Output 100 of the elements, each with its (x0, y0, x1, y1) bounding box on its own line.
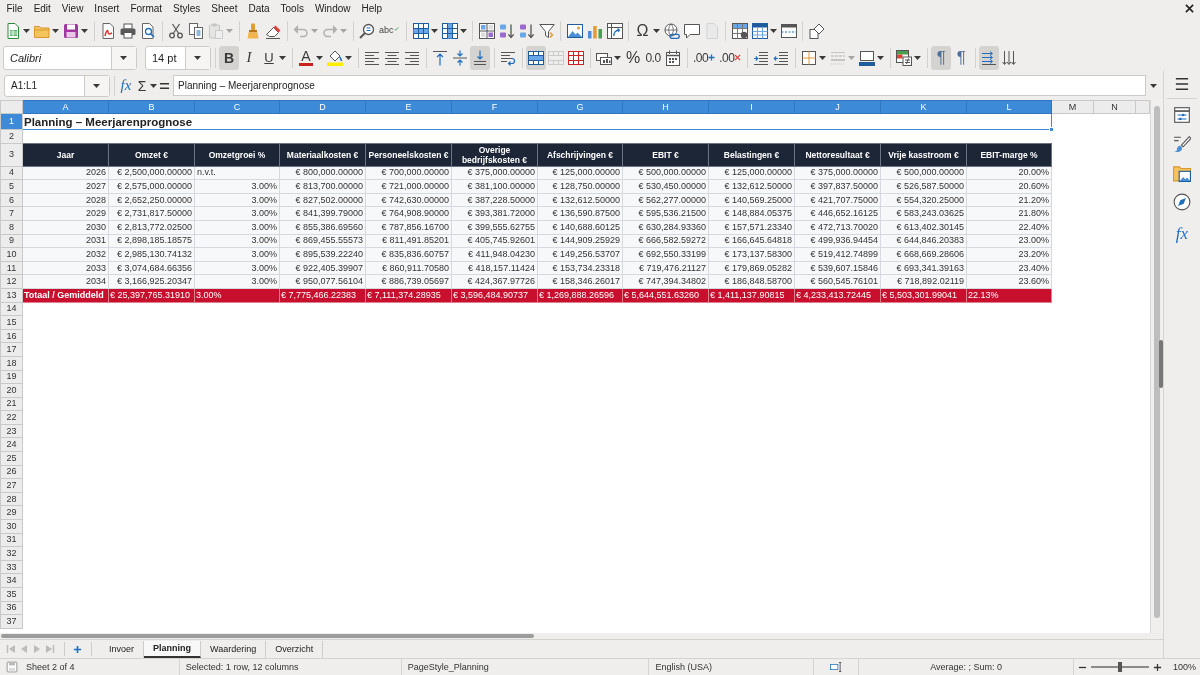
sort-descending-icon[interactable] (518, 22, 535, 39)
delete-decimal-button[interactable]: .00 (717, 45, 744, 70)
formula-input-field[interactable]: Planning – Meerjarenprognose (173, 75, 1146, 96)
column-header[interactable]: B (108, 100, 195, 114)
vertical-text-icon[interactable] (1001, 49, 1018, 66)
table-column-icon[interactable] (441, 22, 458, 39)
caret-icon[interactable] (279, 55, 286, 60)
folder-image-icon[interactable] (1173, 164, 1191, 182)
scissors-icon[interactable] (168, 22, 184, 39)
scrollbar-thumb[interactable] (1, 634, 534, 638)
copy-icon[interactable] (188, 22, 204, 39)
window-split-icon[interactable] (780, 22, 797, 39)
dropdown-button[interactable] (84, 75, 109, 96)
freeze-grid-icon[interactable] (731, 22, 748, 39)
fill-handle-icon[interactable] (1049, 127, 1054, 132)
unmerge-cells-icon[interactable] (568, 49, 584, 66)
save-icon[interactable] (63, 22, 79, 39)
compass-icon[interactable] (1173, 193, 1191, 211)
percent-button[interactable]: % (623, 45, 643, 70)
column-header[interactable]: F (451, 100, 538, 114)
caret-icon[interactable] (316, 55, 323, 60)
row-header[interactable]: 3 (0, 143, 23, 167)
printer-icon[interactable] (120, 22, 136, 39)
caret-icon[interactable] (52, 28, 59, 33)
globe-link-icon[interactable] (663, 22, 680, 39)
column-header[interactable]: I (708, 100, 795, 114)
print-preview-icon[interactable] (140, 22, 156, 39)
speech-bubble-icon[interactable] (683, 22, 700, 39)
menu-item[interactable]: Format (124, 1, 168, 16)
menu-item[interactable]: File (1, 1, 29, 16)
column-header[interactable]: K (880, 100, 967, 114)
underline-button[interactable]: U (259, 45, 279, 70)
menu-item[interactable]: Insert (88, 1, 125, 16)
menu-item[interactable]: Tools (275, 1, 310, 16)
funnel-icon[interactable] (538, 22, 555, 39)
dropdown-button[interactable] (185, 46, 210, 69)
column-header[interactable]: G (537, 100, 623, 114)
align-top-icon[interactable] (432, 49, 448, 66)
special-character-button[interactable]: Ω (632, 18, 653, 43)
paintbrush-icon[interactable] (1173, 135, 1191, 153)
font-size-field[interactable]: 14 pt (145, 45, 211, 70)
caret-icon[interactable] (459, 28, 467, 33)
shapes-icon[interactable] (808, 22, 825, 39)
merge-center-button[interactable] (526, 45, 546, 70)
caret-icon[interactable] (914, 55, 922, 60)
sheet-tab[interactable]: Overzicht (266, 640, 324, 658)
italic-button[interactable]: I (239, 45, 259, 70)
pivot-table-icon[interactable] (606, 22, 623, 39)
caret-icon[interactable] (614, 55, 621, 60)
indent-increase-icon[interactable] (753, 49, 770, 66)
sort-grid-icon[interactable] (478, 22, 495, 39)
sort-ascending-icon[interactable] (498, 22, 515, 39)
caret-icon[interactable] (150, 83, 157, 88)
sheet-tab[interactable]: Waardering (201, 640, 267, 658)
align-left-icon[interactable] (364, 49, 380, 66)
font-name-field[interactable]: Calibri (3, 45, 137, 70)
wrap-text-icon[interactable] (500, 49, 516, 66)
caret-icon[interactable] (23, 28, 30, 33)
font-color-button[interactable]: A (296, 45, 316, 70)
new-spreadsheet-icon[interactable] (5, 22, 21, 39)
function-wizard-button[interactable]: fx (118, 73, 134, 98)
number-format-button[interactable]: 0.0 (643, 45, 663, 70)
calendar-icon[interactable] (665, 49, 681, 66)
properties-icon[interactable] (1173, 106, 1191, 124)
conditional-format-icon[interactable] (896, 49, 913, 66)
paintbrush-icon[interactable] (245, 22, 261, 39)
search-icon[interactable] (359, 22, 375, 39)
caret-icon[interactable] (819, 55, 827, 60)
caret-icon[interactable] (769, 28, 777, 33)
resize-handle[interactable] (1159, 340, 1163, 388)
align-bottom-button[interactable] (470, 45, 490, 70)
align-center-icon[interactable] (384, 49, 400, 66)
menu-item[interactable]: Help (356, 1, 388, 16)
caret-icon[interactable] (1150, 83, 1157, 88)
menu-item[interactable]: Data (242, 1, 276, 16)
menu-item[interactable]: Styles (167, 1, 206, 16)
text-direction-button[interactable] (979, 45, 1000, 70)
equals-icon[interactable] (159, 80, 170, 91)
menu-icon[interactable] (1175, 77, 1189, 91)
pdf-document-icon[interactable] (100, 22, 116, 39)
borders-icon[interactable] (801, 49, 818, 66)
column-header[interactable]: M (1051, 100, 1094, 114)
add-decimal-button[interactable]: .00 (691, 45, 718, 70)
slider-thumb[interactable] (1118, 662, 1123, 672)
sum-button[interactable]: Σ (134, 73, 150, 98)
bold-button[interactable]: B (219, 45, 239, 70)
table-row-icon[interactable] (412, 22, 429, 39)
close-icon[interactable] (1185, 4, 1194, 13)
column-header[interactable]: N (1093, 100, 1136, 114)
column-header[interactable]: H (622, 100, 709, 114)
menu-item[interactable]: Window (309, 1, 356, 16)
caret-icon[interactable] (430, 28, 438, 33)
caret-icon[interactable] (652, 28, 660, 33)
left-to-right-button[interactable]: ¶ (931, 45, 952, 70)
plus-icon[interactable] (1153, 662, 1163, 672)
functions-button[interactable]: fx (1172, 222, 1192, 246)
column-header[interactable]: A (22, 100, 109, 114)
column-header[interactable]: L (966, 100, 1052, 114)
caret-icon[interactable] (81, 28, 88, 33)
menu-item[interactable]: Edit (28, 1, 57, 16)
